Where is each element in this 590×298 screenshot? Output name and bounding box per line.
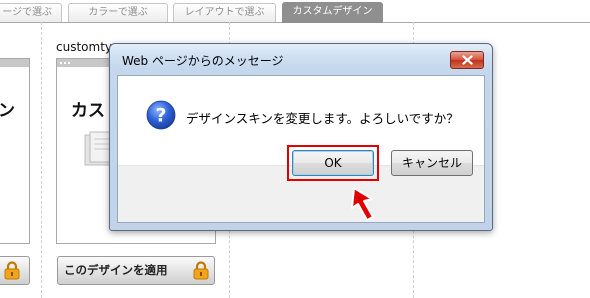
question-icon: ?: [146, 100, 176, 130]
red-pointer-arrow: [351, 187, 374, 221]
tab-custom-design[interactable]: カスタムデザイン: [282, 2, 383, 23]
design-preview-card[interactable]: ン: [0, 58, 30, 244]
tab-layout-select[interactable]: レイアウトで選ぶ: [173, 3, 276, 22]
ok-button[interactable]: OK: [292, 150, 374, 176]
svg-text:?: ?: [155, 105, 166, 127]
apply-design-button[interactable]: このデザインを適用: [57, 256, 215, 285]
custom-card-caption: customty: [56, 40, 112, 54]
tab-page-select[interactable]: ージで選ぶ: [0, 3, 62, 22]
apply-button-label: このデザインを適用: [64, 263, 168, 277]
lock-icon: [4, 261, 20, 280]
card-titlebar: [0, 59, 29, 67]
dialog-close-button[interactable]: [450, 51, 484, 69]
tab-color-select[interactable]: カラーで選ぶ: [68, 3, 168, 22]
card-heading: ン: [0, 101, 15, 121]
lock-icon: [193, 261, 209, 280]
apply-design-button[interactable]: [0, 256, 30, 285]
close-icon: [462, 55, 473, 65]
cancel-button[interactable]: キャンセル: [391, 150, 473, 176]
dialog-title: Web ページからのメッセージ: [122, 54, 284, 68]
column-divider: [41, 22, 42, 298]
confirm-dialog: Web ページからのメッセージ ? デザインスキンを変更します。よろしいですか？…: [109, 43, 493, 231]
tab-bar: ージで選ぶ カラーで選ぶ レイアウトで選ぶ カスタムデザイン: [0, 0, 590, 23]
dialog-message: デザインスキンを変更します。よろしいですか？: [186, 111, 459, 126]
card-heading: カス: [71, 101, 105, 121]
